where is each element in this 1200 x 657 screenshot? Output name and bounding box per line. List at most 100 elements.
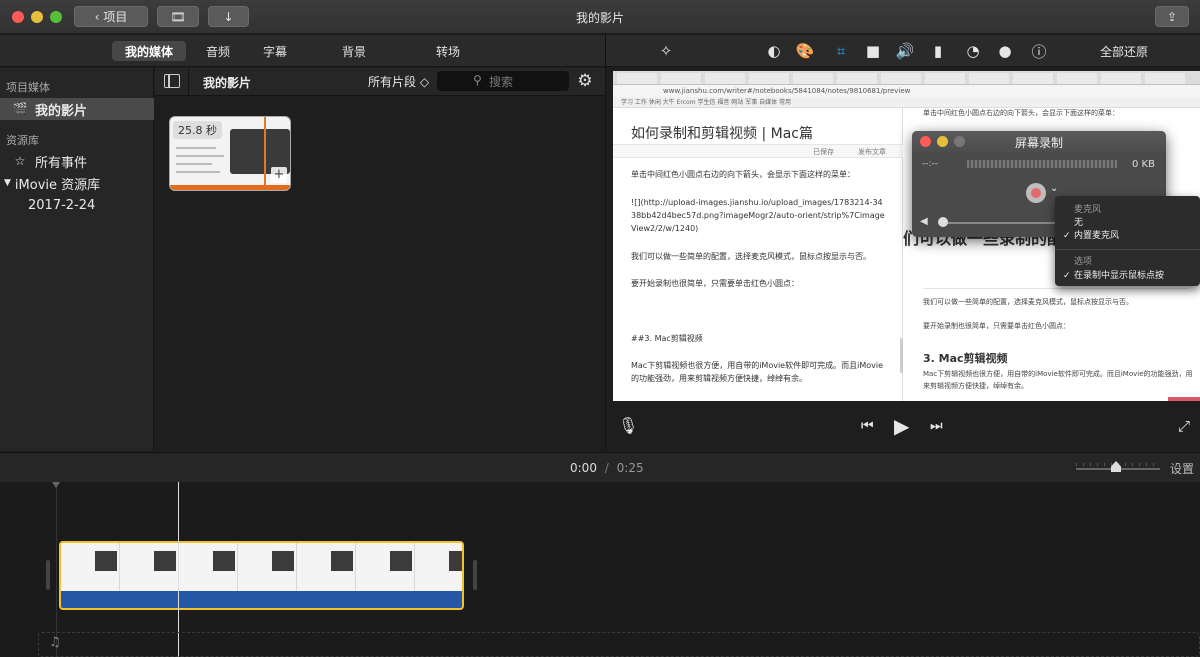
fullscreen-icon[interactable]: ⤢ — [1178, 417, 1190, 435]
publish-link: 发布文章 — [858, 148, 886, 156]
timeline-start-marker — [52, 482, 60, 488]
frame-window — [331, 551, 353, 571]
media-library-button[interactable]: 🎞 — [157, 6, 199, 27]
title-bar: ‹ 项目 🎞 ↓ 我的影片 ⇪ — [0, 0, 1200, 34]
frame-window — [390, 551, 412, 571]
minimize-window-button[interactable] — [31, 11, 43, 23]
preview-subheading: 3. Mac剪辑视频 — [923, 352, 1008, 365]
clip-filter-icon[interactable]: ● — [995, 41, 1015, 61]
content-tab-bar: 我的媒体 音频 字幕 背景 转场 — [0, 35, 605, 67]
share-button[interactable]: ⇪ — [1155, 6, 1189, 27]
sidebar-item-all-events[interactable]: ☆ 所有事件 — [0, 150, 154, 172]
clip-filmstrip — [61, 543, 462, 593]
browser-tab — [1145, 73, 1185, 84]
color-balance-icon[interactable]: ◐ — [764, 41, 784, 61]
volume-icon[interactable]: 🔊 — [895, 41, 915, 61]
tab-titles[interactable]: 字幕 — [257, 41, 293, 61]
search-icon: ⚲ — [473, 73, 482, 87]
reset-all-button[interactable]: 全部还原 — [1100, 43, 1148, 60]
play-icon[interactable]: ▶ — [894, 414, 909, 438]
recording-titlebar: 屏幕录制 — [912, 131, 1166, 153]
timeline-header: 0:00 / 0:25 设置 — [0, 452, 1200, 482]
tab-my-media[interactable]: 我的媒体 — [112, 41, 186, 61]
browser-tab — [705, 73, 745, 84]
browser-tab — [1013, 73, 1053, 84]
sidebar-item-imovie-library[interactable]: ▼ iMovie 资源库 — [0, 172, 154, 194]
menu-header-mic: 麦克风 — [1074, 205, 1102, 215]
recording-options-menu: 麦克风 无 ✓ 内置麦克风 选项 ✓ 在录制中显示鼠标点按 — [1055, 196, 1200, 286]
frame-window — [272, 551, 294, 571]
background-music-lane[interactable] — [38, 632, 1200, 657]
magic-wand-icon[interactable]: ✧ — [656, 41, 676, 61]
playhead[interactable] — [178, 482, 179, 657]
time-separator: / — [604, 461, 609, 475]
volume-knob — [938, 217, 948, 227]
sidebar-toggle-icon[interactable] — [164, 74, 180, 88]
volume-icon: ◀ — [920, 216, 928, 227]
browser-tab — [925, 73, 965, 84]
microphone-icon[interactable]: 🎙 — [618, 416, 638, 435]
sidebar-item-my-movie[interactable]: 🎬 我的影片 — [0, 98, 154, 120]
info-icon[interactable]: ⓘ — [1029, 41, 1049, 61]
search-placeholder: 搜索 — [489, 74, 514, 89]
search-field[interactable]: ⚲ 搜索 — [437, 71, 569, 91]
back-to-projects-button[interactable]: ‹ 项目 — [74, 6, 148, 27]
equalizer-icon[interactable]: ▮ — [928, 41, 948, 61]
sidebar-item-label: 我的影片 — [35, 103, 88, 119]
menu-item-label: 在录制中显示鼠标点按 — [1074, 271, 1165, 281]
preview-paragraph: Mac下剪辑视频也很方便，用自带的iMovie软件即可完成。而且iMovie的功… — [923, 370, 1193, 390]
clip-audio-waveform — [61, 591, 462, 608]
sidebar-item-event[interactable]: 2017-2-24 — [0, 194, 154, 216]
volume-slider — [940, 222, 1060, 224]
browser-tab — [1101, 73, 1141, 84]
timecode: 0:00 / 0:25 — [570, 461, 644, 475]
fullscreen-window-button[interactable] — [50, 11, 62, 23]
close-window-button[interactable] — [12, 11, 24, 23]
timeline-start-line — [56, 482, 57, 657]
editor-paragraph: ![](http://upload-images.jianshu.io/uplo… — [631, 198, 885, 233]
timeline-settings-button[interactable]: 设置 — [1170, 460, 1194, 477]
viewer: www.jianshu.com/writer#/notebooks/584108… — [606, 68, 1200, 451]
adjustment-toolbar: ✧ ◐ 🎨 ⌗ ■ 🔊 ▮ ◔ ● ⓘ 全部还原 — [606, 35, 1200, 67]
disclosure-triangle-icon[interactable]: ▼ — [4, 178, 11, 188]
thumb-text-line — [176, 155, 224, 157]
skip-back-icon[interactable]: ⏮ — [861, 418, 874, 434]
preview-divider — [923, 288, 1188, 289]
current-time: 0:00 — [570, 461, 597, 475]
menu-item-show-clicks: ✓ 在录制中显示鼠标点按 — [1063, 268, 1164, 281]
library-header: 资源库 — [6, 134, 39, 147]
thumb-text-line — [176, 163, 212, 165]
total-duration: 0:25 — [616, 461, 644, 475]
frame-window — [154, 551, 176, 571]
skip-forward-icon[interactable]: ⏭ — [930, 418, 943, 434]
gear-icon[interactable]: ⚙ — [576, 72, 594, 90]
speed-gauge-icon[interactable]: ◔ — [963, 41, 983, 61]
tab-backgrounds[interactable]: 背景 — [336, 41, 372, 61]
tab-audio[interactable]: 音频 — [200, 41, 236, 61]
import-button[interactable]: ↓ — [208, 6, 249, 27]
timeline-clip[interactable] — [59, 541, 464, 610]
clip-trim-handle-left[interactable] — [46, 560, 50, 590]
record-button-icon — [1026, 183, 1046, 203]
browser-tab — [1057, 73, 1097, 84]
tab-transitions[interactable]: 转场 — [430, 41, 466, 61]
browser-tab — [793, 73, 833, 84]
browser-header: 我的影片 所有片段 ◇ ⚲ 搜索 ⚙ — [155, 68, 605, 96]
clip-filter-dropdown[interactable]: 所有片段 ◇ — [368, 73, 429, 90]
music-note-icon: ♫ — [49, 635, 61, 650]
browser-tab — [969, 73, 1009, 84]
browser-tab — [661, 73, 701, 84]
frame-window — [449, 551, 462, 571]
stabilization-camera-icon[interactable]: ■ — [863, 41, 883, 61]
crop-icon[interactable]: ⌗ — [831, 41, 851, 61]
clip-trim-handle-right[interactable] — [473, 560, 477, 590]
project-media-header: 项目媒体 — [6, 81, 50, 94]
saved-status: 已保存 — [813, 148, 834, 156]
timeline[interactable]: ♫ — [0, 482, 1200, 657]
sidebar-item-label: 所有事件 — [35, 155, 88, 171]
color-palette-icon[interactable]: 🎨 — [795, 41, 815, 61]
clip-thumbnail[interactable]: 25.8 秒 + — [169, 116, 291, 191]
menu-item-label: 无 — [1074, 218, 1084, 228]
media-browser: 我的影片 所有片段 ◇ ⚲ 搜索 ⚙ 25.8 秒 + — [155, 68, 605, 451]
add-to-timeline-icon[interactable]: + — [271, 167, 287, 183]
